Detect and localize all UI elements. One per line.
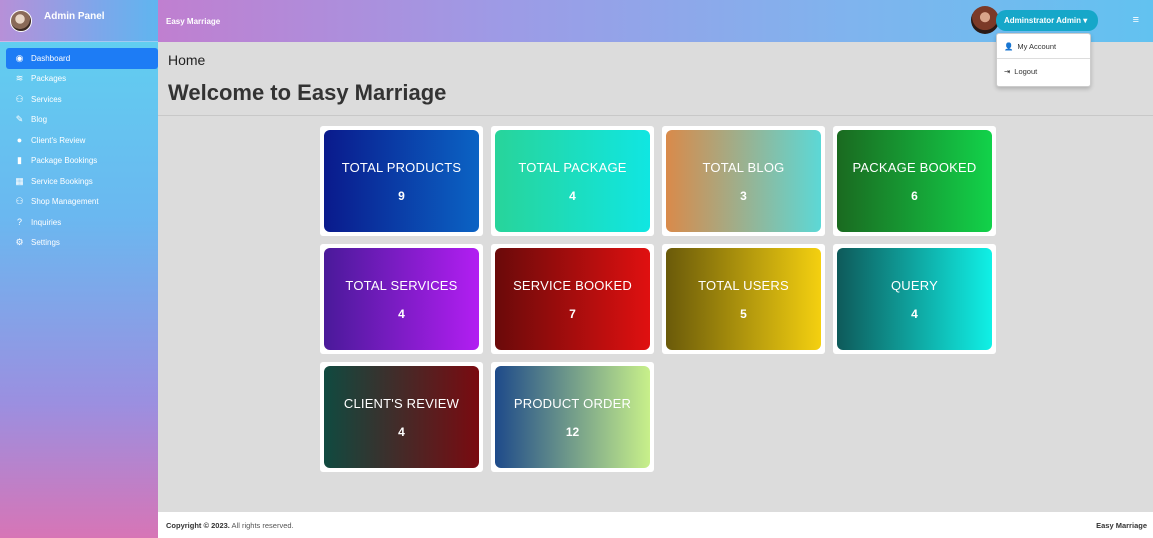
stat-card-title: CLIENT'S REVIEW [343, 395, 460, 411]
sidebar-item-label: Service Bookings [31, 176, 93, 186]
stat-card-title: PACKAGE BOOKED [852, 159, 977, 175]
stat-card-service-booked[interactable]: SERVICE BOOKED 7 [491, 244, 654, 354]
question-icon: ? [16, 217, 22, 228]
hamburger-icon[interactable]: ≡ [1133, 14, 1139, 26]
stat-card-title: SERVICE BOOKED [513, 277, 632, 293]
footer: Copyright © 2023. All rights reserved. E… [158, 512, 1153, 538]
user-menu-button[interactable]: Adminstrator Admin ▾ [996, 10, 1098, 31]
stat-card-title: TOTAL BLOG [702, 159, 785, 175]
sidebar-item-label: Blog [31, 115, 48, 125]
my-account-item[interactable]: 👤 My Account [997, 34, 1090, 58]
sidebar-item-label: Packages [31, 74, 67, 84]
stat-card-body: TOTAL USERS 5 [666, 248, 821, 350]
comments-icon: ● [16, 135, 23, 146]
stat-card-query[interactable]: QUERY 4 [833, 244, 996, 354]
sidebar-item-inquiries[interactable]: ? Inquiries [0, 212, 158, 233]
stat-card-count: 6 [911, 188, 918, 203]
footer-brand: Easy Marriage [1096, 520, 1147, 530]
sidebar-item-settings[interactable]: ⚙ Settings [0, 233, 158, 254]
stat-card-total-users[interactable]: TOTAL USERS 5 [662, 244, 825, 354]
stat-card-body: TOTAL PACKAGE 4 [495, 130, 650, 232]
stat-card-count: 12 [565, 424, 580, 439]
sidebar-item-label: Settings [31, 238, 60, 248]
calendar-icon: ▦ [15, 175, 24, 186]
my-account-label: My Account [1017, 41, 1057, 51]
logout-label: Logout [1014, 66, 1038, 76]
main-content: Home Welcome to Easy Marriage TOTAL PROD… [158, 42, 1153, 512]
stat-card-count: 4 [911, 306, 918, 321]
user-dropdown: 👤 My Account ⇥ Logout [996, 33, 1091, 87]
stat-card-count: 7 [569, 306, 576, 321]
user-avatar[interactable] [971, 6, 999, 34]
stat-card-body: PRODUCT ORDER 12 [495, 366, 650, 468]
sidebar-item-shop-management[interactable]: ⚇ Shop Management [0, 192, 158, 213]
page-title: Welcome to Easy Marriage [168, 80, 447, 105]
sidebar-item-package-bookings[interactable]: ▮ Package Bookings [0, 151, 158, 172]
stat-card-body: TOTAL SERVICES 4 [324, 248, 479, 350]
sidebar-item-label: Shop Management [31, 197, 99, 207]
blog-icon: ✎ [15, 114, 24, 125]
stat-card-count: 9 [398, 188, 405, 203]
sidebar-brand-title: Admin Panel [44, 11, 105, 22]
user-icon: 👤 [1004, 41, 1014, 51]
copyright-year: Copyright © 2023. [166, 520, 230, 530]
sidebar-item-packages[interactable]: ≋ Packages [0, 69, 158, 90]
stat-card-title: TOTAL PACKAGE [518, 159, 627, 175]
sidebar-brand[interactable]: Admin Panel [0, 0, 158, 42]
title-divider [158, 115, 1153, 116]
stat-card-count: 3 [740, 188, 747, 203]
stat-card-count: 4 [398, 306, 405, 321]
copyright-rights: All rights reserved. [229, 520, 294, 530]
dashboard-icon: ◉ [15, 52, 24, 63]
stat-card-count: 5 [740, 306, 747, 321]
topbar-title[interactable]: Easy Marriage [166, 17, 220, 26]
stat-card-total-blog[interactable]: TOTAL BLOG 3 [662, 126, 825, 236]
copyright-text: Copyright © 2023. All rights reserved. [166, 521, 294, 530]
gift-icon: ⚇ [15, 196, 24, 207]
sidebar-item-dashboard[interactable]: ◉ Dashboard [6, 48, 158, 69]
sidebar-item-service-bookings[interactable]: ▦ Service Bookings [0, 171, 158, 192]
stat-card-total-products[interactable]: TOTAL PRODUCTS 9 [320, 126, 483, 236]
logout-item[interactable]: ⇥ Logout [997, 59, 1090, 83]
sidebar-menu: ◉ Dashboard ≋ Packages ⚇ Services ✎ Blog ● Client… [0, 42, 158, 253]
sidebar: Admin Panel ◉ Dashboard ≋ Packages ⚇ Services… [0, 0, 158, 538]
sidebar-item-services[interactable]: ⚇ Services [0, 89, 158, 110]
logout-icon: ⇥ [1004, 66, 1011, 76]
stat-card-body: CLIENT'S REVIEW 4 [324, 366, 479, 468]
stat-card-title: PRODUCT ORDER [513, 395, 632, 411]
clipboard-icon: ▮ [17, 155, 22, 166]
admin-avatar [10, 9, 32, 32]
stat-card-body: QUERY 4 [837, 248, 992, 350]
stat-card-count: 4 [569, 188, 576, 203]
stat-card-product-order[interactable]: PRODUCT ORDER 12 [491, 362, 654, 472]
sidebar-item-label: Services [31, 94, 62, 104]
sidebar-item-blog[interactable]: ✎ Blog [0, 110, 158, 131]
stat-card-title: TOTAL USERS [698, 277, 789, 293]
stat-card-package-booked[interactable]: PACKAGE BOOKED 6 [833, 126, 996, 236]
stat-card-title: TOTAL PRODUCTS [341, 159, 462, 175]
stat-card-body: TOTAL PRODUCTS 9 [324, 130, 479, 232]
sidebar-item-label: Package Bookings [31, 156, 98, 166]
sidebar-item-label: Client's Review [31, 135, 86, 145]
stat-card-body: SERVICE BOOKED 7 [495, 248, 650, 350]
stat-card-total-package[interactable]: TOTAL PACKAGE 4 [491, 126, 654, 236]
stat-card-count: 4 [398, 424, 405, 439]
breadcrumb[interactable]: Home [168, 52, 205, 68]
sidebar-item-label: Inquiries [31, 217, 62, 227]
gift-icon: ⚇ [15, 93, 24, 104]
stat-card-title: QUERY [891, 277, 938, 293]
sidebar-item-label: Dashboard [31, 53, 71, 63]
cogs-icon: ⚙ [15, 237, 24, 248]
stat-card-body: PACKAGE BOOKED 6 [837, 130, 992, 232]
sidebar-item-client-s-review[interactable]: ● Client's Review [0, 130, 158, 151]
layers-icon: ≋ [15, 73, 24, 84]
stat-card-client-s-review[interactable]: CLIENT'S REVIEW 4 [320, 362, 483, 472]
stat-card-body: TOTAL BLOG 3 [666, 130, 821, 232]
stat-card-total-services[interactable]: TOTAL SERVICES 4 [320, 244, 483, 354]
stat-card-title: TOTAL SERVICES [345, 277, 458, 293]
